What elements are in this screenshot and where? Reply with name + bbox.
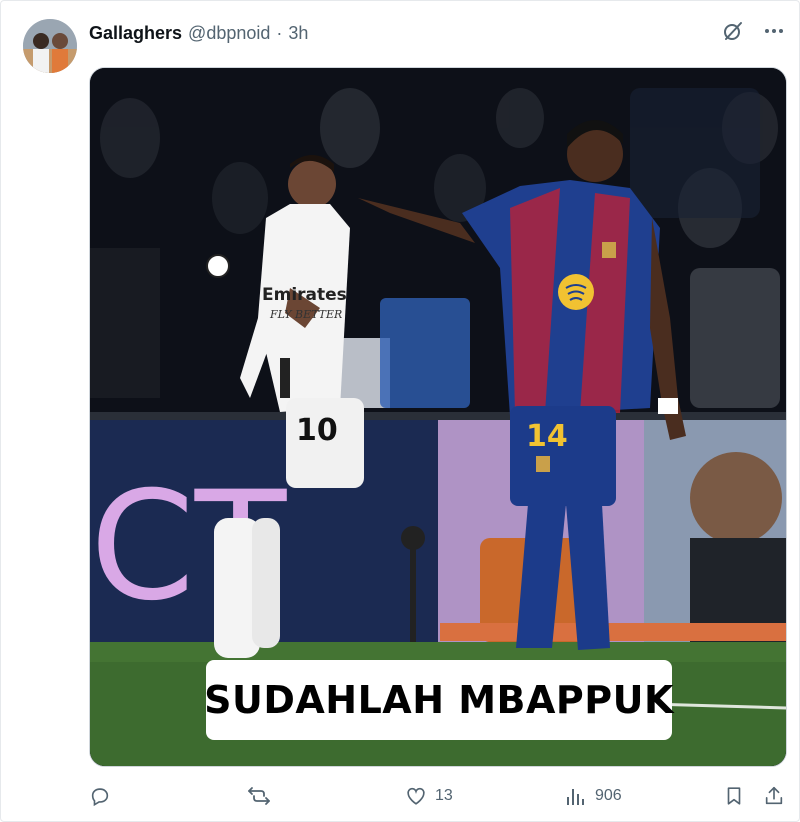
tweet-media[interactable]: CT 10 Emirates FLY BETTER 14 SUDAHLAH MB… bbox=[89, 67, 787, 767]
bookmark-button[interactable] bbox=[723, 785, 745, 807]
repost-icon bbox=[247, 785, 271, 807]
like-count: 13 bbox=[435, 787, 453, 804]
views-button[interactable]: 906 bbox=[565, 785, 622, 807]
tweet-top-icons bbox=[721, 19, 785, 43]
jersey-left-sponsor-sub: FLY BETTER bbox=[269, 308, 342, 321]
reply-icon bbox=[89, 785, 111, 807]
views-icon bbox=[565, 785, 587, 807]
repost-button[interactable] bbox=[247, 785, 279, 807]
avatar[interactable] bbox=[23, 19, 77, 73]
avatar-image bbox=[23, 19, 77, 73]
tweet-card: Gallaghers @dbpnoid · 3h CT 10 Emirates … bbox=[0, 0, 800, 822]
jersey-right-number: 14 bbox=[526, 419, 568, 454]
more-icon[interactable] bbox=[763, 20, 785, 42]
share-button[interactable] bbox=[763, 785, 785, 807]
jersey-left-sponsor: Emirates bbox=[262, 285, 347, 305]
heart-icon bbox=[405, 785, 427, 807]
reply-button[interactable] bbox=[89, 785, 119, 807]
grok-icon[interactable] bbox=[721, 19, 745, 43]
tweet-header: Gallaghers @dbpnoid · 3h bbox=[89, 21, 308, 45]
author-handle[interactable]: @dbpnoid bbox=[188, 23, 270, 44]
like-button[interactable]: 13 bbox=[405, 785, 453, 807]
tweet-actions: 13 906 bbox=[89, 781, 795, 817]
separator: · bbox=[276, 22, 283, 43]
post-time[interactable]: 3h bbox=[288, 23, 308, 44]
bookmark-icon bbox=[723, 785, 745, 807]
share-icon bbox=[763, 785, 785, 807]
caption-box: SUDAHLAH MBAPPUK bbox=[204, 660, 674, 740]
views-count: 906 bbox=[595, 787, 622, 804]
author-display-name[interactable]: Gallaghers bbox=[89, 23, 182, 44]
caption-text: SUDAHLAH MBAPPUK bbox=[204, 678, 674, 722]
jersey-left-number: 10 bbox=[296, 413, 338, 448]
